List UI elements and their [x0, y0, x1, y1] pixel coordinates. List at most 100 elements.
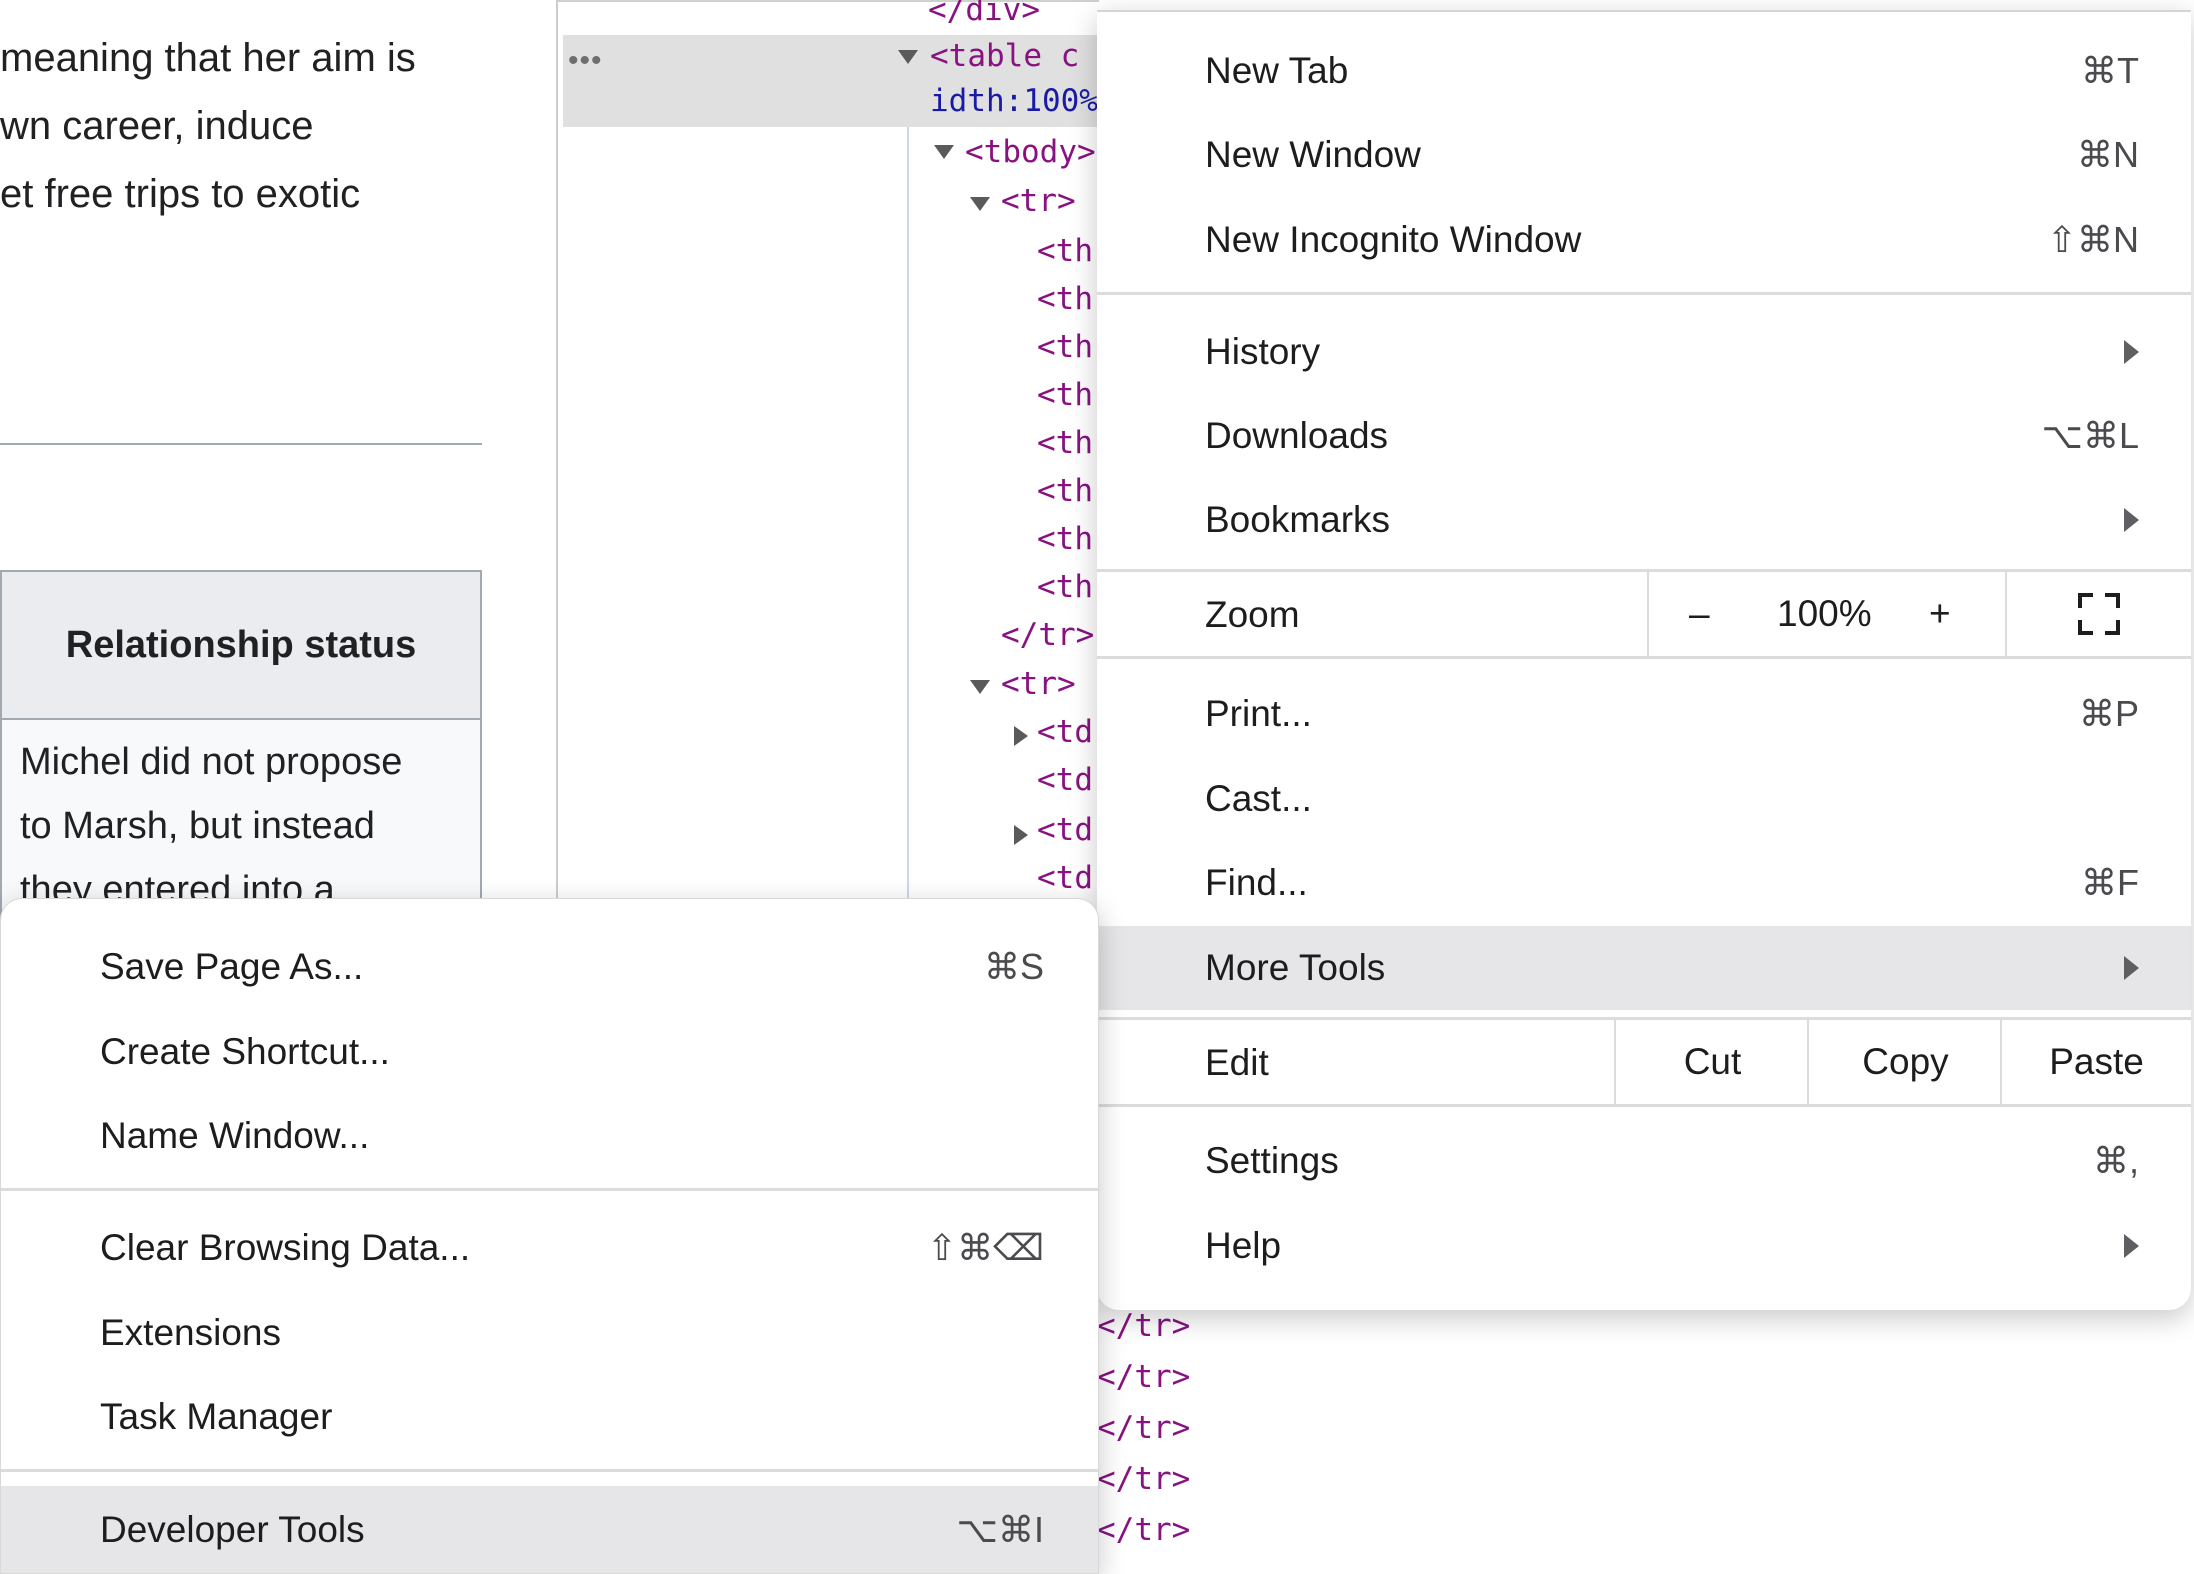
menu-item-find[interactable]: Find... ⌘F	[1097, 841, 2191, 925]
expand-triangle-icon[interactable]	[898, 50, 918, 64]
menu-item-label: Cast...	[1205, 778, 1312, 819]
collapse-triangle-icon[interactable]	[1014, 825, 1028, 845]
menu-item-clear-browsing-data[interactable]: Clear Browsing Data... ⇧⌘⌫	[1, 1206, 1098, 1290]
fullscreen-button[interactable]	[2005, 572, 2191, 656]
expand-triangle-icon[interactable]	[934, 145, 954, 159]
menu-item-shortcut: ⇧⌘N	[2046, 219, 2139, 260]
menu-item-label: Name Window...	[100, 1115, 370, 1156]
dom-node[interactable]: </div>	[928, 0, 1040, 28]
menu-separator	[1097, 292, 2191, 295]
menu-separator	[1, 1469, 1098, 1472]
menu-item-history[interactable]: History	[1097, 310, 2191, 394]
menu-item-create-shortcut[interactable]: Create Shortcut...	[1, 1010, 1098, 1094]
edit-label: Edit	[1205, 1042, 1269, 1083]
menu-separator	[1, 1188, 1098, 1191]
more-tools-submenu: Save Page As... ⌘S Create Shortcut... Na…	[0, 898, 1099, 1574]
submenu-arrow-icon	[2124, 956, 2139, 980]
menu-item-label: Developer Tools	[100, 1508, 365, 1550]
menu-item-shortcut: ⌘S	[983, 946, 1044, 987]
menu-item-label: Save Page As...	[100, 946, 364, 987]
menu-item-name-window[interactable]: Name Window...	[1, 1094, 1098, 1178]
zoom-level: 100%	[1777, 593, 1872, 634]
dom-node-selected[interactable]: <table c	[930, 38, 1079, 74]
menu-item-settings[interactable]: Settings ⌘,	[1097, 1119, 2191, 1203]
submenu-arrow-icon	[2124, 508, 2139, 532]
menu-item-task-manager[interactable]: Task Manager	[1, 1375, 1098, 1459]
menu-item-label: New Incognito Window	[1205, 219, 1582, 260]
table-cell-line: Michel did not propose	[20, 741, 403, 783]
dom-node[interactable]: <th	[1037, 569, 1093, 605]
zoom-label: Zoom	[1205, 594, 1300, 635]
menu-item-label: Extensions	[100, 1312, 281, 1353]
menu-item-new-window[interactable]: New Window ⌘N	[1097, 113, 2191, 197]
dom-node[interactable]: </tr>	[1097, 1359, 1190, 1395]
dom-node[interactable]: </tr>	[1097, 1308, 1190, 1344]
menu-item-print[interactable]: Print... ⌘P	[1097, 672, 2191, 756]
menu-item-downloads[interactable]: Downloads ⌥⌘L	[1097, 394, 2191, 478]
dom-node-attr-value[interactable]: idth:100%	[930, 83, 1098, 119]
chrome-main-menu: New Tab ⌘T New Window ⌘N New Incognito W…	[1097, 10, 2191, 1310]
dom-node[interactable]: <th	[1037, 329, 1093, 365]
zoom-controls: – 100% +	[1647, 572, 2007, 656]
dom-node[interactable]: <td	[1037, 812, 1093, 848]
menu-item-label: More Tools	[1205, 947, 1386, 988]
dom-node[interactable]: </tr>	[1097, 1410, 1190, 1446]
menu-item-label: Downloads	[1205, 415, 1389, 456]
cut-button[interactable]: Cut	[1614, 1020, 1809, 1104]
menu-item-shortcut: ⌘F	[2081, 862, 2139, 903]
menu-item-bookmarks[interactable]: Bookmarks	[1097, 478, 2191, 562]
paste-button[interactable]: Paste	[2000, 1020, 2191, 1104]
menu-item-cast[interactable]: Cast...	[1097, 757, 2191, 841]
menu-item-label: Clear Browsing Data...	[100, 1227, 471, 1268]
menu-item-label: Create Shortcut...	[100, 1031, 390, 1072]
menu-item-label: New Tab	[1205, 50, 1349, 91]
dom-node[interactable]: </tr>	[1097, 1461, 1190, 1497]
dom-node[interactable]: <tr>	[1001, 183, 1076, 219]
collapse-triangle-icon[interactable]	[1014, 726, 1028, 746]
menu-item-help[interactable]: Help	[1097, 1204, 2191, 1288]
dom-node[interactable]: <td	[1037, 714, 1093, 750]
dom-node[interactable]: <td	[1037, 860, 1093, 896]
dom-node[interactable]: <td	[1037, 762, 1093, 798]
dom-node[interactable]: <tr>	[1001, 666, 1076, 702]
menu-item-more-tools[interactable]: More Tools	[1097, 926, 2191, 1010]
zoom-in-button[interactable]: +	[1929, 593, 1951, 635]
menu-item-shortcut: ⌥⌘I	[956, 1508, 1045, 1550]
zoom-out-button[interactable]: –	[1689, 593, 1710, 635]
attr-value: idth:100%	[930, 83, 1098, 119]
menu-item-new-tab[interactable]: New Tab ⌘T	[1097, 29, 2191, 113]
menu-item-label: History	[1205, 331, 1321, 372]
dom-node[interactable]: </tr>	[1001, 617, 1094, 653]
paragraph-line: wn career, induce	[0, 104, 314, 148]
node-actions-ellipsis-icon[interactable]: •••	[568, 44, 603, 78]
dom-node[interactable]: <tbody>	[965, 134, 1096, 170]
fullscreen-icon	[2078, 593, 2120, 635]
menu-item-shortcut: ⌥⌘L	[2041, 415, 2139, 456]
menu-item-label: Find...	[1205, 862, 1308, 903]
dom-node[interactable]: <th	[1037, 425, 1093, 461]
zoom-row: Zoom – 100% +	[1097, 569, 2191, 659]
submenu-arrow-icon	[2124, 1234, 2139, 1258]
section-divider	[0, 443, 482, 445]
menu-item-developer-tools[interactable]: Developer Tools ⌥⌘I	[1, 1486, 1098, 1573]
table-cell-line: to Marsh, but instead	[20, 805, 375, 847]
menu-item-new-incognito-window[interactable]: New Incognito Window ⇧⌘N	[1097, 198, 2191, 282]
menu-item-label: Help	[1205, 1225, 1282, 1266]
menu-item-extensions[interactable]: Extensions	[1, 1291, 1098, 1375]
dom-node[interactable]: </tr>	[1097, 1512, 1190, 1548]
dom-node-tag: <table c	[930, 38, 1080, 74]
expand-triangle-icon[interactable]	[970, 197, 990, 211]
menu-item-shortcut: ⌘N	[2077, 134, 2139, 175]
dom-node[interactable]: <th	[1037, 233, 1093, 269]
dom-node[interactable]: <th	[1037, 521, 1093, 557]
menu-item-save-page-as[interactable]: Save Page As... ⌘S	[1, 925, 1098, 1009]
menu-item-shortcut: ⌘P	[2078, 693, 2139, 734]
dom-node[interactable]: <th	[1037, 473, 1093, 509]
table-header-relationship-status: Relationship status	[2, 572, 480, 720]
expand-triangle-icon[interactable]	[970, 680, 990, 694]
menu-item-label: Task Manager	[100, 1396, 333, 1437]
edit-row: Edit Cut Copy Paste	[1097, 1017, 2191, 1107]
dom-node[interactable]: <th	[1037, 377, 1093, 413]
dom-node[interactable]: <th	[1037, 281, 1093, 317]
copy-button[interactable]: Copy	[1807, 1020, 2002, 1104]
